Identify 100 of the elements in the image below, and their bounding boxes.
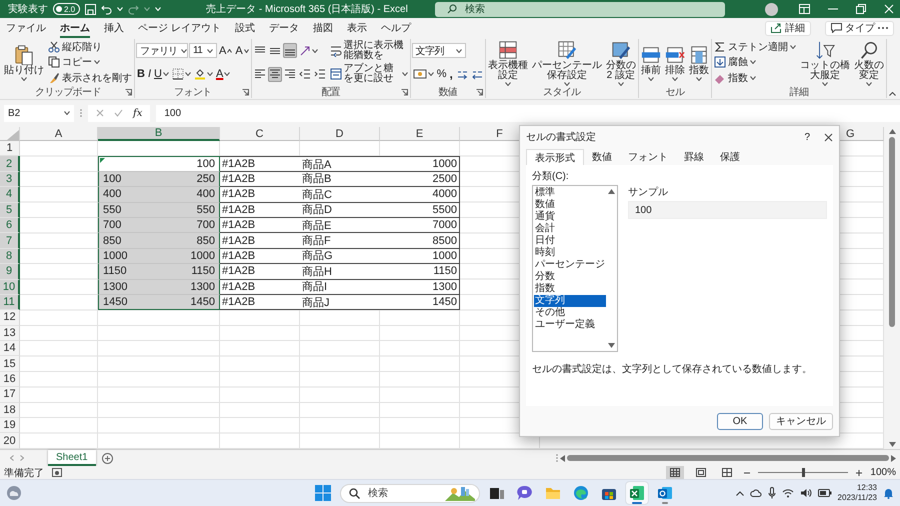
format-as-table-button[interactable]: パーセンテール 保存設定 xyxy=(530,40,603,86)
bell-icon[interactable] xyxy=(883,487,894,499)
ribbon-tab[interactable]: 表示 xyxy=(346,18,367,38)
row-header[interactable]: 3 xyxy=(0,172,20,188)
formula-field[interactable]: 100 xyxy=(156,104,900,122)
minimize-icon[interactable] xyxy=(828,8,838,10)
selected-cell[interactable]: 550 550 xyxy=(98,202,220,218)
battery-icon[interactable] xyxy=(818,489,832,497)
selected-cell[interactable]: 850 850 xyxy=(98,233,220,249)
format-painter-button[interactable]: 表示されを剛す xyxy=(47,71,133,86)
scroll-right-icon[interactable] xyxy=(891,454,896,462)
selected-cell[interactable]: 1300 1300 xyxy=(98,280,220,295)
chevron-up-icon[interactable] xyxy=(736,490,744,496)
font-color-button[interactable]: A xyxy=(214,66,232,82)
ribbon-tab[interactable]: ファイル xyxy=(6,18,46,38)
chevron-up-icon[interactable] xyxy=(889,92,896,96)
row-header[interactable]: 12 xyxy=(0,310,20,326)
dialog-launcher-icon[interactable] xyxy=(125,89,132,96)
row-header[interactable]: 5 xyxy=(0,202,20,218)
insert-function-button[interactable]: fx xyxy=(133,108,142,118)
list-item[interactable]: その他 xyxy=(534,307,606,319)
underline-button[interactable]: U xyxy=(153,66,170,82)
close-icon[interactable] xyxy=(824,132,833,142)
row-header[interactable]: 1 xyxy=(0,141,20,156)
tab[interactable]: 数値 xyxy=(584,149,620,165)
grow-font-button[interactable]: A xyxy=(218,43,234,58)
clear-button[interactable]: 指数 xyxy=(712,71,757,86)
spreadsheet-app-button[interactable] xyxy=(626,482,648,504)
category-list[interactable]: 標準 数値 通貨 会計 日付 時刻 パーセンテージ 分数 指数 文字列 その他 ユーザー定義 xyxy=(532,185,618,352)
wrap-text-button[interactable]: 選択に表示機能猶数を xyxy=(328,40,409,61)
column-header[interactable]: A xyxy=(20,127,98,141)
scrollbar-thumb[interactable] xyxy=(567,455,889,461)
insert-button[interactable]: 挿前 xyxy=(640,44,662,80)
row-header[interactable]: 20 xyxy=(0,433,20,449)
selected-cell[interactable]: 400 400 xyxy=(98,187,220,203)
find-button[interactable]: 火数の 変定 xyxy=(852,40,885,86)
ribbon-tab[interactable]: 描図 xyxy=(312,18,333,38)
borders-button[interactable] xyxy=(170,66,192,82)
scroll-down-icon[interactable] xyxy=(888,442,896,447)
cell-styles-button[interactable]: 分数の 2 該定 xyxy=(604,40,637,86)
selected-cell[interactable]: 700 700 xyxy=(98,218,220,234)
restore-icon[interactable] xyxy=(856,4,866,14)
sort-filter-button[interactable]: コットの橋 大服定 xyxy=(798,40,851,86)
align-bottom-button[interactable] xyxy=(282,43,297,58)
scroll-left-icon[interactable] xyxy=(560,454,565,462)
column-header[interactable]: C xyxy=(220,127,300,141)
row-header[interactable]: 11 xyxy=(0,294,20,310)
selected-cell[interactable]: 1000 1000 xyxy=(98,248,220,264)
list-item[interactable]: 会計 xyxy=(534,223,606,235)
format-button[interactable]: 指数 xyxy=(688,44,710,80)
dialog-launcher-icon[interactable] xyxy=(400,89,408,96)
font-size-field[interactable]: 11 xyxy=(189,43,217,58)
ribbon-display-icon[interactable] xyxy=(799,4,810,14)
normal-view-button[interactable] xyxy=(666,466,684,479)
row-header[interactable]: 10 xyxy=(0,280,20,295)
zoom-level[interactable]: 100% xyxy=(870,467,896,478)
selected-cell[interactable]: 1150 1150 xyxy=(98,264,220,280)
scroll-up-icon[interactable] xyxy=(608,189,615,194)
search-field[interactable]: 検索 xyxy=(340,484,480,502)
zoom-in-icon[interactable] xyxy=(856,470,862,476)
column-header[interactable]: E xyxy=(380,127,460,141)
tab[interactable]: 罫線 xyxy=(676,149,712,165)
list-item[interactable]: 標準 xyxy=(534,187,606,199)
list-item[interactable]: 指数 xyxy=(534,283,606,295)
copy-button[interactable]: コピー xyxy=(47,55,101,70)
avatar[interactable] xyxy=(765,2,778,16)
column-header[interactable]: B xyxy=(98,127,220,141)
row-header[interactable]: 17 xyxy=(0,387,20,403)
wifi-icon[interactable] xyxy=(782,488,794,498)
scrollbar-thumb[interactable] xyxy=(889,137,895,327)
cancel-button[interactable]: キャンセル xyxy=(769,412,833,430)
list-item[interactable]: パーセンテージ xyxy=(534,259,606,271)
column-header[interactable]: D xyxy=(300,127,380,141)
row-header[interactable]: 7 xyxy=(0,233,20,249)
merge-button[interactable]: アブンと糖を更に設せ xyxy=(328,64,409,84)
ribbon-tab[interactable]: 設式 xyxy=(234,18,255,38)
scroll-up-icon[interactable] xyxy=(888,129,896,134)
ribbon-tab[interactable]: ヘルプ xyxy=(380,18,411,38)
row-header[interactable]: 4 xyxy=(0,187,20,203)
font-name-field[interactable]: ファリリ xyxy=(136,43,188,58)
bold-button[interactable]: B xyxy=(136,66,146,82)
cut-button[interactable]: 縦応階り xyxy=(47,40,103,54)
search-field[interactable]: 検索 xyxy=(434,2,725,16)
active-cell[interactable]: 100 xyxy=(98,156,220,172)
row-header[interactable]: 8 xyxy=(0,248,20,264)
tab[interactable]: 表示形式 xyxy=(526,149,584,165)
row-header[interactable]: 14 xyxy=(0,341,20,356)
dialog-launcher-icon[interactable] xyxy=(242,89,249,96)
sheet-tab[interactable]: Sheet1 xyxy=(48,450,96,466)
weather-icon[interactable] xyxy=(6,485,22,501)
ribbon-tab[interactable]: ページ レイアウト xyxy=(138,18,221,38)
list-item[interactable]: 数値 xyxy=(534,199,606,211)
windows-logo-icon[interactable] xyxy=(315,485,331,501)
list-item[interactable]: 日付 xyxy=(534,235,606,247)
scroll-down-icon[interactable] xyxy=(608,343,615,348)
delete-button[interactable]: 排除 xyxy=(664,44,686,80)
row-header[interactable]: 9 xyxy=(0,264,20,280)
list-item[interactable]: ユーザー定義 xyxy=(534,319,606,331)
comma-style-button[interactable]: , xyxy=(448,66,454,82)
ok-button[interactable]: OK xyxy=(717,412,763,430)
